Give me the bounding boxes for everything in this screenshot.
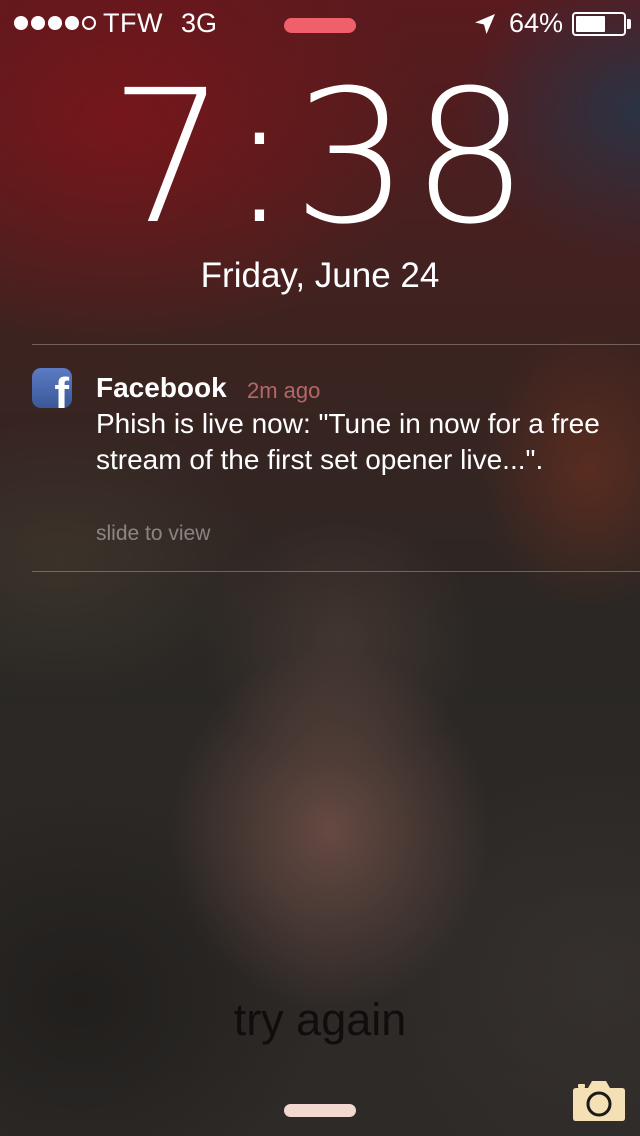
status-bar: TFW 3G 64% xyxy=(0,0,640,48)
slide-to-view-hint: slide to view xyxy=(96,522,211,545)
signal-dot xyxy=(65,16,79,30)
signal-dot xyxy=(14,16,28,30)
notification-divider-bottom xyxy=(32,571,640,572)
facebook-icon: f xyxy=(32,368,72,408)
lock-screen-time: 7:38 xyxy=(109,51,531,265)
lock-screen-date: Friday, June 24 xyxy=(200,256,440,295)
notification-message: Phish is live now: "Tune in now for a fr… xyxy=(96,408,600,475)
recording-indicator xyxy=(284,18,356,33)
battery-percentage: 64% xyxy=(509,8,564,38)
notification-app-name: Facebook xyxy=(96,372,227,403)
battery-icon xyxy=(572,12,626,36)
passcode-status-text: try again xyxy=(233,994,407,1045)
camera-icon[interactable] xyxy=(572,1078,626,1122)
signal-strength-icon xyxy=(14,16,96,30)
signal-dot xyxy=(48,16,62,30)
network-type: 3G xyxy=(181,8,218,38)
notification-time: 2m ago xyxy=(247,378,321,403)
battery-level xyxy=(576,16,606,32)
location-arrow-icon xyxy=(475,14,495,34)
home-indicator[interactable] xyxy=(284,1104,356,1117)
notification-divider-top xyxy=(32,344,640,345)
carrier-name: TFW xyxy=(103,8,163,38)
signal-dot-empty xyxy=(82,16,96,30)
signal-dot xyxy=(31,16,45,30)
battery-cap xyxy=(627,19,631,29)
